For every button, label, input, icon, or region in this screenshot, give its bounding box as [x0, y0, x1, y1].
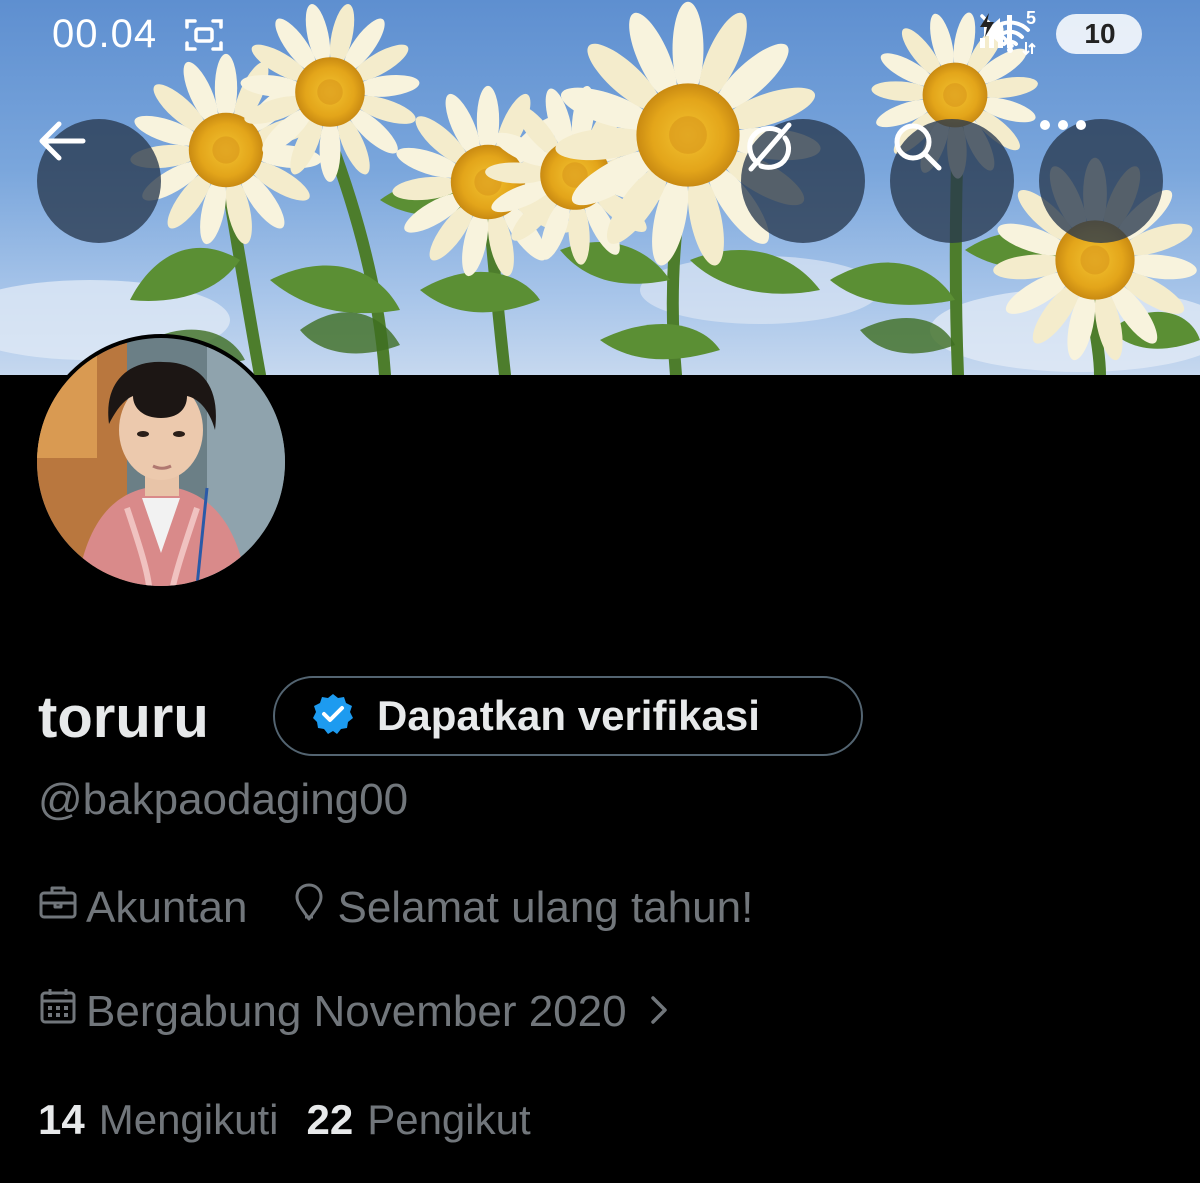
grok-button[interactable] — [741, 119, 865, 243]
location-text: Selamat ulang tahun! — [337, 883, 754, 932]
location-pin-icon — [289, 880, 329, 936]
followers-link[interactable]: 22 Pengikut — [306, 1092, 530, 1148]
search-button[interactable] — [890, 119, 1014, 243]
back-button[interactable] — [37, 119, 161, 243]
more-button[interactable] — [1039, 119, 1163, 243]
profile-meta-row: Akuntan Selamat ulang tahun! — [38, 880, 753, 936]
followers-count: 22 — [306, 1096, 354, 1143]
followers-label: Pengikut — [367, 1096, 531, 1143]
battery-indicator: 10 — [980, 13, 1142, 54]
calendar-icon — [38, 984, 78, 1040]
status-icons: 5 10 — [978, 8, 1142, 56]
battery-level: 10 — [1084, 18, 1116, 49]
display-name: toruru — [38, 685, 209, 750]
joined-row[interactable]: Bergabung November 2020 — [38, 984, 669, 1040]
get-verified-button[interactable]: Dapatkan verifikasi — [273, 676, 863, 756]
status-time: 00.04 — [52, 12, 158, 56]
following-count: 14 — [38, 1096, 85, 1143]
chevron-right-icon — [649, 984, 669, 1040]
avatar-photo — [37, 338, 285, 586]
profession-item: Akuntan — [38, 880, 247, 936]
briefcase-icon — [38, 880, 78, 936]
joined-item[interactable]: Bergabung November 2020 — [38, 984, 669, 1040]
sunflower-banner-image — [0, 0, 1200, 375]
verified-badge-icon — [311, 692, 355, 741]
wifi-label: 5 — [1025, 8, 1036, 28]
avatar[interactable] — [33, 334, 289, 590]
joined-text: Bergabung November 2020 — [86, 987, 627, 1036]
following-label: Mengikuti — [98, 1096, 279, 1143]
profile-handle: @bakpaodaging00 — [38, 775, 409, 824]
location-item: Selamat ulang tahun! — [289, 880, 753, 936]
get-verified-label: Dapatkan verifikasi — [377, 692, 760, 739]
profession-text: Akuntan — [86, 883, 248, 932]
screenshot-icon — [184, 16, 224, 54]
follow-stats: 14 Mengikuti 22 Pengikut — [38, 1092, 531, 1148]
following-link[interactable]: 14 Mengikuti — [38, 1092, 278, 1148]
profile-banner[interactable]: 00.04 5 10 — [0, 0, 1200, 375]
